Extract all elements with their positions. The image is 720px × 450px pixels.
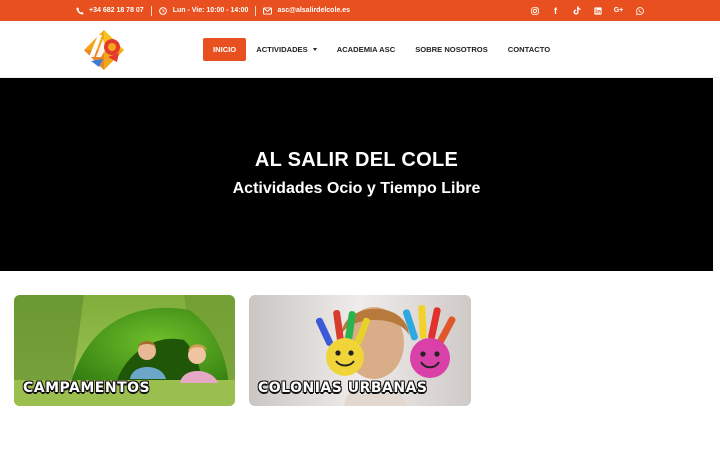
site-logo[interactable] [81,27,127,73]
hero-title: AL SALIR DEL COLE [254,149,459,171]
card-campamentos[interactable]: CAMPAMENTOS [14,295,235,406]
card-label: CAMPAMENTOS [23,380,151,396]
email-link[interactable]: asc@alsalirdelcole.es [263,6,350,15]
separator [150,5,152,16]
site-header: INICIO ACTIVIDADES ACADEMIA ASC SOBRE NO… [0,21,720,78]
card-label: COLONIAS URBANAS [258,380,428,396]
separator [255,5,257,16]
nav-item-label: SOBRE NOSOTROS [415,45,488,54]
main-nav: INICIO ACTIVIDADES ACADEMIA ASC SOBRE NO… [203,38,560,61]
contact-info: +34 682 18 78 07 Lun - Vie: 10:00 - 14:0… [75,0,350,21]
instagram-icon[interactable] [524,0,545,21]
nav-item-inicio[interactable]: INICIO [203,38,247,61]
social-links: f G+ [524,0,650,21]
linkedin-icon[interactable] [587,0,608,21]
hours-text: Lun - Vie: 10:00 - 14:00 [172,7,249,14]
nav-item-sobre-nosotros[interactable]: SOBRE NOSOTROS [405,38,498,61]
phone-number: +34 682 18 78 07 [89,7,144,14]
google-plus-icon[interactable]: G+ [608,0,629,21]
nav-item-label: ACTIVIDADES [256,45,308,54]
whatsapp-icon[interactable] [629,0,650,21]
facebook-icon[interactable]: f [545,0,566,21]
envelope-icon [263,6,273,15]
nav-item-label: CONTACTO [507,45,551,54]
hero-subtitle: Actividades Ocio y Tiempo Libre [232,180,481,197]
top-bar: +34 682 18 78 07 Lun - Vie: 10:00 - 14:0… [0,0,720,21]
opening-hours: Lun - Vie: 10:00 - 14:00 [159,6,249,15]
phone-link[interactable]: +34 682 18 78 07 [75,6,144,15]
nav-item-actividades[interactable]: ACTIVIDADES [246,38,326,61]
nav-item-label: INICIO [213,45,237,54]
phone-icon [75,6,84,15]
tiktok-icon[interactable] [566,0,587,21]
nav-item-academia-asc[interactable]: ACADEMIA ASC [327,38,406,61]
caret-down-icon [312,48,317,51]
email-address: asc@alsalirdelcole.es [277,7,351,14]
card-colonias-urbanas[interactable]: COLONIAS URBANAS [249,295,471,406]
clock-icon [159,6,168,15]
nav-item-label: ACADEMIA ASC [336,45,396,54]
nav-item-contacto[interactable]: CONTACTO [498,38,560,61]
hero-banner: AL SALIR DEL COLE Actividades Ocio y Tie… [0,78,713,271]
